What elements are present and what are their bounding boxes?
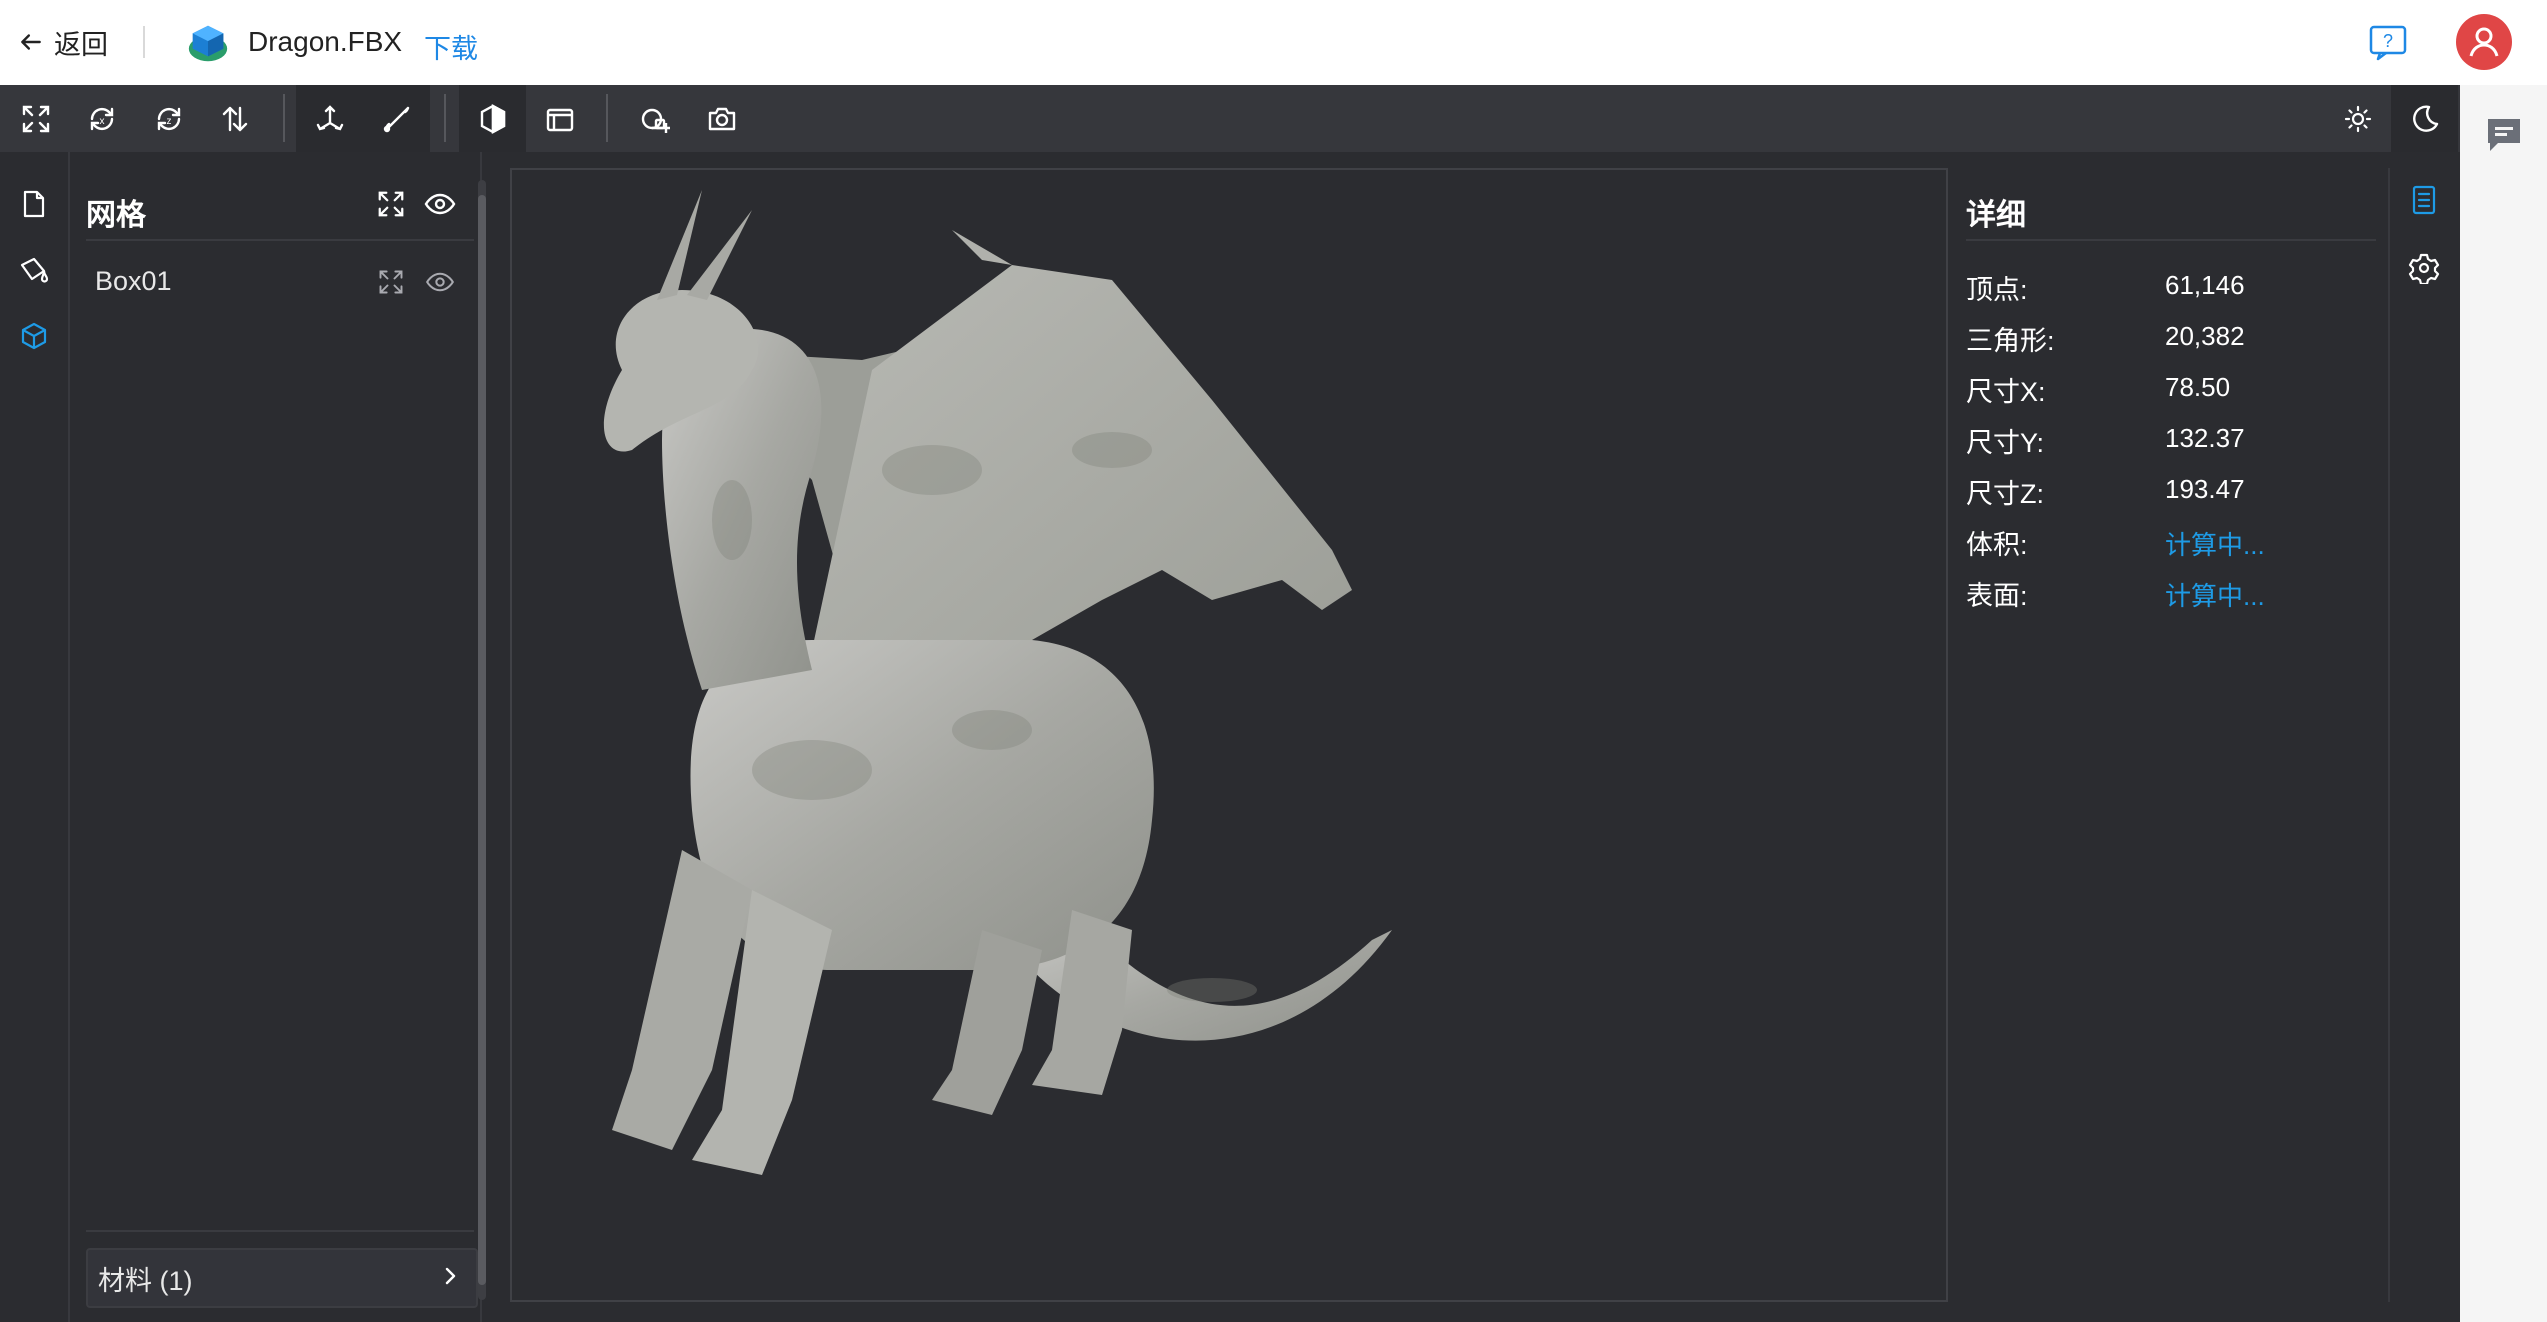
back-button[interactable]: 返回	[18, 22, 108, 62]
detail-label-size-z: 尺寸Z:	[1966, 479, 2044, 509]
camera-icon	[708, 107, 735, 130]
environment-icon	[641, 108, 670, 133]
detail-label-triangles: 三角形:	[1966, 326, 2055, 356]
projection-button[interactable]	[526, 85, 593, 152]
detail-value-surface: 计算中...	[2165, 581, 2265, 611]
flip-up-down-icon	[222, 106, 247, 131]
back-label: 返回	[54, 29, 108, 60]
shading-button[interactable]	[459, 85, 526, 152]
measure-button[interactable]	[363, 85, 430, 152]
chat-icon[interactable]	[2484, 115, 2524, 155]
feedback-column	[2460, 85, 2547, 1322]
rotate-z-button[interactable]: z	[135, 85, 202, 152]
detail-label-size-x: 尺寸X:	[1966, 377, 2046, 407]
eye-icon	[424, 193, 456, 215]
toolbar-divider	[283, 94, 285, 142]
rotate-x-button[interactable]: x	[68, 85, 135, 152]
detail-label-size-y: 尺寸Y:	[1966, 428, 2045, 458]
measure-icon	[383, 106, 409, 132]
detail-value-volume: 计算中...	[2165, 530, 2265, 560]
divider	[143, 26, 145, 58]
arrow-left-icon	[21, 34, 41, 50]
detail-value-size-y: 132.37	[2165, 423, 2245, 453]
divider	[86, 1230, 474, 1232]
user-avatar[interactable]	[2456, 14, 2512, 70]
paint-bucket-icon	[20, 257, 49, 283]
screenshot-button[interactable]	[688, 85, 755, 152]
mesh-panel-title: 网格	[86, 199, 146, 232]
fit-view-icon	[378, 191, 404, 217]
svg-text:z: z	[166, 116, 171, 127]
details-icon	[2412, 185, 2436, 215]
fit-view-button[interactable]	[2, 85, 69, 152]
detail-label-surface: 表面:	[1966, 581, 2028, 611]
projection-icon	[546, 108, 573, 131]
mesh-panel	[70, 152, 482, 1322]
fit-view-icon	[22, 105, 49, 132]
file-name: Dragon.FBX	[248, 26, 403, 57]
details-divider	[2388, 168, 2390, 1302]
user-icon	[2469, 27, 2499, 57]
sun-icon	[2344, 105, 2371, 132]
divider	[86, 239, 474, 241]
divider	[1966, 239, 2376, 241]
detail-value-size-x: 78.50	[2165, 372, 2231, 402]
moon-icon	[2412, 104, 2438, 132]
toolbar-divider	[444, 94, 446, 142]
mesh-item-fit-button[interactable]	[371, 262, 411, 302]
mesh-item-box01[interactable]: Box01	[95, 266, 172, 297]
materials-label: 材料 (1)	[98, 1265, 193, 1296]
rotate-x-icon: x	[90, 107, 113, 130]
sidebar-mesh-button[interactable]	[10, 312, 58, 360]
settings-tab-button[interactable]	[2400, 244, 2448, 292]
shading-icon	[480, 103, 505, 134]
mesh-visibility-all-button[interactable]	[420, 184, 460, 224]
svg-text:x: x	[99, 116, 104, 127]
3d-viewport[interactable]	[510, 168, 1948, 1302]
mesh-scrollbar-thumb[interactable]	[478, 195, 486, 1285]
axis-icon	[316, 104, 343, 130]
toolbar-divider	[606, 94, 608, 142]
flip-button[interactable]	[201, 85, 268, 152]
axis-button[interactable]	[296, 85, 363, 152]
environment-button[interactable]	[621, 85, 688, 152]
chevron-right-icon	[445, 1267, 456, 1285]
sidebar-file-button[interactable]	[10, 180, 58, 228]
detail-value-vertices: 61,146	[2165, 270, 2245, 300]
cube-icon	[21, 322, 47, 350]
sidebar-material-button[interactable]	[10, 246, 58, 294]
detail-value-size-z: 193.47	[2165, 474, 2245, 504]
help-icon[interactable]: ?	[2368, 22, 2408, 62]
gear-icon	[2408, 253, 2440, 284]
detail-value-triangles: 20,382	[2165, 321, 2245, 351]
file-icon	[23, 190, 45, 218]
download-link[interactable]: 下载	[424, 27, 478, 66]
details-title: 详细	[1966, 199, 2026, 232]
dark-theme-button[interactable]	[2391, 85, 2458, 152]
mesh-fit-all-button[interactable]	[371, 184, 411, 224]
detail-label-volume: 体积:	[1966, 530, 2028, 560]
light-theme-button[interactable]	[2324, 85, 2391, 152]
fit-view-icon	[379, 270, 403, 294]
detail-label-vertices: 顶点:	[1966, 275, 2028, 305]
details-tab-button[interactable]	[2400, 176, 2448, 224]
eye-icon	[426, 272, 454, 292]
materials-section[interactable]: 材料 (1)	[86, 1248, 478, 1308]
model-logo-icon	[188, 25, 228, 62]
svg-text:?: ?	[2383, 31, 2393, 51]
dragon-model	[603, 190, 1392, 1175]
mesh-item-visibility-button[interactable]	[420, 262, 460, 302]
rotate-z-icon: z	[157, 107, 180, 130]
